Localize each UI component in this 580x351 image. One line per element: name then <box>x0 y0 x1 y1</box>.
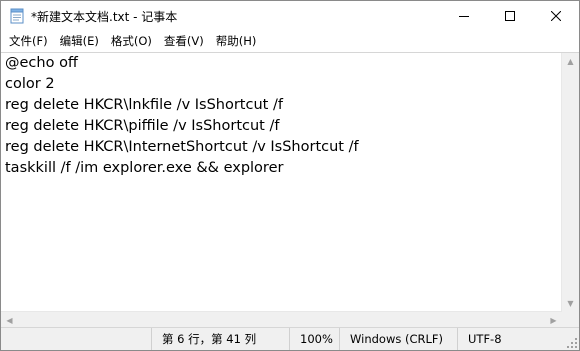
scroll-up-arrow-icon[interactable]: ▲ <box>562 53 579 70</box>
status-line-ending: Windows (CRLF) <box>339 328 457 350</box>
vertical-scrollbar[interactable]: ▲ ▼ <box>561 53 579 312</box>
menu-edit[interactable]: 编辑(E) <box>54 31 105 51</box>
menu-bar: 文件(F) 编辑(E) 格式(O) 查看(V) 帮助(H) <box>1 31 579 51</box>
menu-help[interactable]: 帮助(H) <box>210 31 263 51</box>
minimize-icon <box>459 16 469 17</box>
notepad-icon[interactable] <box>9 8 25 24</box>
status-zoom: 100% <box>289 328 339 350</box>
scroll-down-arrow-icon[interactable]: ▼ <box>562 295 579 312</box>
status-bar: 第 6 行，第 41 列 100% Windows (CRLF) UTF-8 <box>1 327 579 350</box>
status-encoding: UTF-8 <box>457 328 562 350</box>
status-cursor-position: 第 6 行，第 41 列 <box>151 328 289 350</box>
text-line: reg delete HKCR\piffile /v IsShortcut /f <box>5 118 280 134</box>
menu-file[interactable]: 文件(F) <box>3 31 54 51</box>
resize-grip-icon[interactable] <box>567 338 577 348</box>
maximize-icon <box>505 11 515 21</box>
minimize-button[interactable] <box>441 1 487 31</box>
text-line: @echo off <box>5 55 78 71</box>
window-controls <box>441 1 579 31</box>
close-icon <box>551 11 561 21</box>
title-bar[interactable]: *新建文本文档.txt - 记事本 <box>1 1 579 31</box>
text-line: taskkill /f /im explorer.exe && explorer <box>5 160 284 176</box>
close-button[interactable] <box>533 1 579 31</box>
maximize-button[interactable] <box>487 1 533 31</box>
menu-view[interactable]: 查看(V) <box>158 31 210 51</box>
editor-area: @echo off color 2 reg delete HKCR\lnkfil… <box>1 52 579 329</box>
text-line: reg delete HKCR\lnkfile /v IsShortcut /f <box>5 97 283 113</box>
window-title: *新建文本文档.txt - 记事本 <box>31 9 178 24</box>
text-editor[interactable]: @echo off color 2 reg delete HKCR\lnkfil… <box>5 53 561 310</box>
text-line: reg delete HKCR\InternetShortcut /v IsSh… <box>5 139 359 155</box>
text-line: color 2 <box>5 76 55 92</box>
notepad-window: *新建文本文档.txt - 记事本 文件(F) 编辑(E) 格式(O) 查看(V… <box>0 0 580 351</box>
menu-format[interactable]: 格式(O) <box>105 31 158 51</box>
